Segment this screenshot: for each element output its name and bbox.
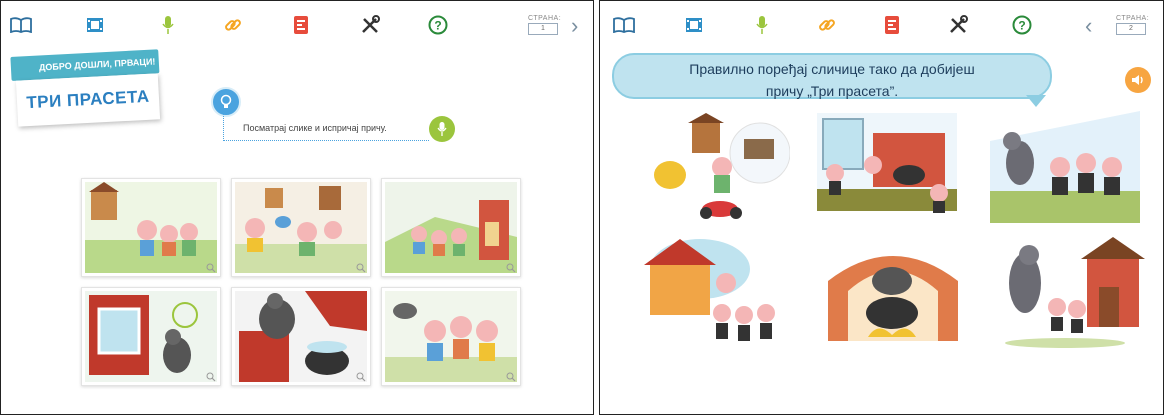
link-icon[interactable]	[221, 14, 245, 36]
toolbar: ? СТРАНА: 1 ›	[1, 1, 593, 45]
dotted-connector-line	[223, 140, 429, 141]
story-image-5[interactable]	[231, 287, 371, 386]
help-icon[interactable]: ?	[1010, 14, 1034, 36]
microphone-icon[interactable]	[750, 14, 774, 36]
right-page: ? ‹ СТРАНА: 2 Правилно поређај сличице т…	[599, 0, 1164, 415]
story-card-6[interactable]	[995, 237, 1145, 349]
film-icon[interactable]	[682, 14, 706, 36]
zoom-icon[interactable]	[506, 263, 516, 273]
story-card-5[interactable]	[818, 241, 968, 353]
instruction-line-1: Правилно поређај сличице тако да добијеш	[689, 61, 975, 77]
title-card: ТРИ ПРАСЕТА	[15, 73, 161, 127]
link-icon[interactable]	[815, 14, 839, 36]
document-icon[interactable]	[289, 14, 313, 36]
page-number[interactable]: 1	[528, 23, 558, 35]
instruction-text: Посматрај слике и испричај причу.	[243, 123, 387, 133]
page-title: ТРИ ПРАСЕТА	[25, 86, 151, 113]
microphone-icon[interactable]	[156, 14, 180, 36]
lightbulb-icon	[211, 87, 241, 117]
book-icon[interactable]	[9, 14, 33, 36]
story-image-6[interactable]	[381, 287, 521, 386]
page-indicator: СТРАНА: 1	[528, 15, 562, 35]
next-page-arrow[interactable]: ›	[571, 15, 578, 37]
story-card-4[interactable]	[640, 239, 790, 351]
story-card-1[interactable]	[640, 113, 791, 225]
story-image-1[interactable]	[81, 178, 221, 277]
page-number[interactable]: 2	[1116, 23, 1146, 35]
prev-page-arrow[interactable]: ‹	[1085, 15, 1092, 37]
record-microphone-button[interactable]	[429, 116, 455, 142]
story-card-2[interactable]	[815, 109, 965, 221]
page-label: СТРАНА:	[528, 15, 562, 22]
page-label: СТРАНА:	[1116, 15, 1150, 22]
zoom-icon[interactable]	[356, 263, 366, 273]
story-image-2[interactable]	[231, 178, 371, 277]
story-card-3[interactable]	[990, 111, 1140, 223]
svg-text:?: ?	[434, 19, 441, 33]
film-icon[interactable]	[83, 14, 107, 36]
story-image-3[interactable]	[381, 178, 521, 277]
instruction-bubble: Правилно поређај сличице тако да добијеш…	[612, 53, 1052, 99]
speaker-icon[interactable]	[1125, 67, 1151, 93]
document-icon[interactable]	[880, 14, 904, 36]
bubble-tail	[1026, 95, 1046, 107]
zoom-icon[interactable]	[206, 372, 216, 382]
book-icon[interactable]	[612, 14, 636, 36]
zoom-icon[interactable]	[356, 372, 366, 382]
toolbar: ? ‹ СТРАНА: 2	[600, 1, 1163, 45]
zoom-icon[interactable]	[206, 263, 216, 273]
instruction-line-2: причу „Три прасета”.	[765, 83, 899, 99]
svg-text:?: ?	[1018, 19, 1025, 33]
page-indicator: СТРАНА: 2	[1116, 15, 1150, 35]
left-page: ? СТРАНА: 1 › ДОБРО ДОШЛИ, ПРВАЦИ! ТРИ П…	[0, 0, 594, 415]
zoom-icon[interactable]	[506, 372, 516, 382]
story-image-4[interactable]	[81, 287, 221, 386]
tools-icon[interactable]	[946, 14, 970, 36]
help-icon[interactable]: ?	[426, 14, 450, 36]
tools-icon[interactable]	[358, 14, 382, 36]
dotted-connector	[223, 113, 225, 141]
